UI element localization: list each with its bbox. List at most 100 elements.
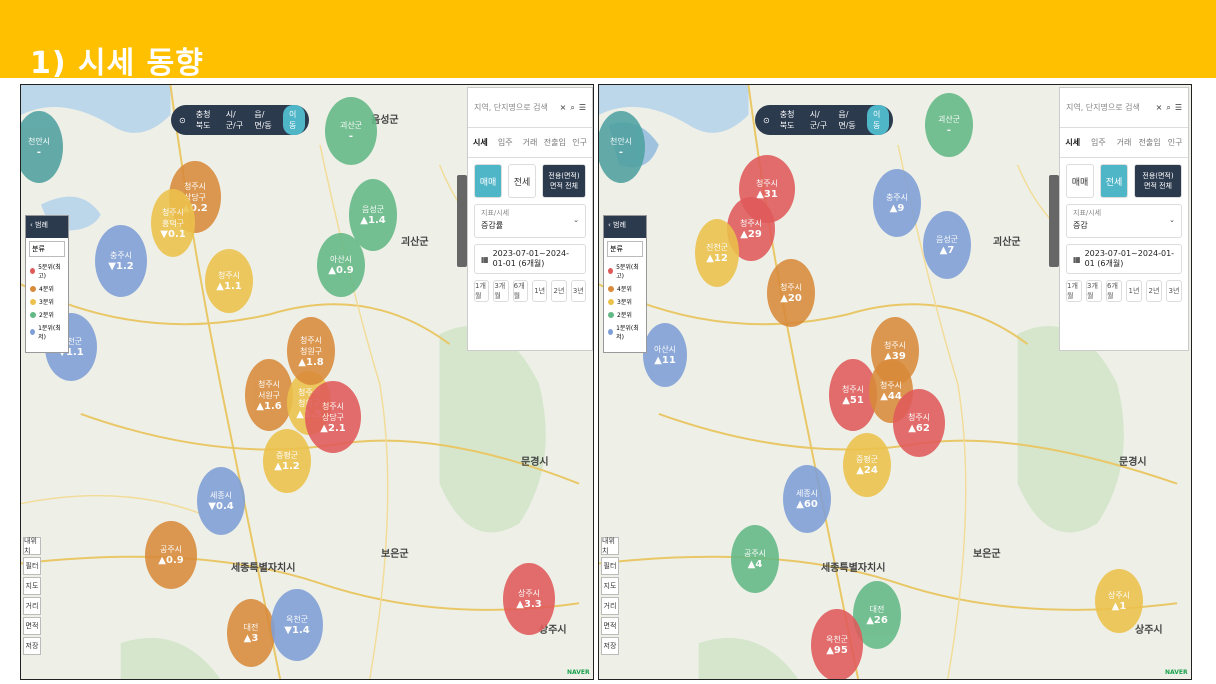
bubble-value: ▲11 bbox=[654, 355, 676, 366]
stat-select[interactable]: 지표/시세 증감률 ⌄ bbox=[474, 204, 586, 238]
region-bubble[interactable]: 천안시 - bbox=[599, 111, 645, 183]
tab-price[interactable]: 시세 bbox=[468, 137, 493, 148]
tab-movein[interactable]: 입주 bbox=[1086, 137, 1112, 148]
region-selector-bar[interactable]: ⊙ 충청북도 시/군/구 읍/면/동 이동 bbox=[755, 105, 893, 135]
menu-icon[interactable]: ☰ bbox=[579, 103, 586, 112]
region-bubble[interactable]: 아산시 ▲11 bbox=[643, 323, 687, 387]
map-type-button[interactable]: 지도 bbox=[23, 577, 41, 595]
region-bubble[interactable]: 대전 ▲3 bbox=[227, 599, 275, 667]
period-3m[interactable]: 3개월 bbox=[493, 280, 509, 302]
filter-button[interactable]: 필터 bbox=[23, 557, 41, 575]
tab-price[interactable]: 시세 bbox=[1060, 137, 1086, 148]
period-1m[interactable]: 1개월 bbox=[474, 280, 490, 302]
region-bubble[interactable]: 괴산군 - bbox=[925, 93, 973, 157]
area-select[interactable]: 전용(면적) 면적 전체 bbox=[1134, 164, 1182, 198]
search-box[interactable]: 지역, 단지명으로 검색 × ⌕ ☰ bbox=[1060, 88, 1188, 128]
province-select[interactable]: 충청북도 bbox=[196, 109, 216, 131]
date-range-select[interactable]: ▦ 2023-07-01~2024-01-01 (6개월) bbox=[1066, 244, 1182, 274]
city-select[interactable]: 시/군/구 bbox=[810, 109, 829, 131]
clear-icon[interactable]: × bbox=[1156, 103, 1163, 112]
period-1m[interactable]: 1개월 bbox=[1066, 280, 1082, 302]
tab-population[interactable]: 인구 bbox=[1162, 137, 1188, 148]
area-measure-button[interactable]: 면적 bbox=[601, 617, 619, 635]
tab-migration[interactable]: 전출입 bbox=[542, 137, 567, 148]
menu-icon[interactable]: ☰ bbox=[1175, 103, 1182, 112]
area-measure-button[interactable]: 면적 bbox=[23, 617, 41, 635]
legend-select[interactable]: 분류 bbox=[29, 241, 65, 257]
go-button[interactable]: 이동 bbox=[867, 105, 889, 135]
period-1y[interactable]: 1년 bbox=[531, 280, 548, 302]
region-bubble[interactable]: 청주시 ▲1.1 bbox=[205, 249, 253, 313]
region-bubble[interactable]: 청주시 ▲20 bbox=[767, 259, 815, 327]
tab-movein[interactable]: 입주 bbox=[493, 137, 518, 148]
region-bubble[interactable]: 상주시 ▲3.3 bbox=[503, 563, 555, 635]
region-bubble[interactable]: 세종시 ▼0.4 bbox=[197, 467, 245, 535]
region-bubble[interactable]: 청주시 상당구 ▲2.1 bbox=[305, 381, 361, 453]
save-button[interactable]: 저장 bbox=[23, 637, 41, 655]
my-location-button[interactable]: 내위치 bbox=[23, 537, 41, 555]
period-2y[interactable]: 2년 bbox=[1146, 280, 1162, 302]
town-select[interactable]: 읍/면/동 bbox=[254, 109, 273, 131]
period-6m[interactable]: 6개월 bbox=[512, 280, 528, 302]
map-panel-right: 괴산군 보은군 세종특별자치시 문경시 상주시 청주시 ▲31 청주시 ▲29 청주시 ▲… bbox=[598, 84, 1192, 680]
search-input[interactable]: 지역, 단지명으로 검색 bbox=[474, 102, 556, 113]
panel-drag-handle[interactable] bbox=[457, 175, 467, 267]
region-bubble[interactable]: 아산시 ▲0.9 bbox=[317, 233, 365, 297]
region-bubble[interactable]: 옥천군 ▲95 bbox=[811, 609, 863, 679]
region-bubble[interactable]: 청주시 청원구 ▲1.8 bbox=[287, 317, 335, 385]
go-button[interactable]: 이동 bbox=[283, 105, 305, 135]
region-bubble[interactable]: 증평군 ▲1.2 bbox=[263, 429, 311, 493]
period-2y[interactable]: 2년 bbox=[551, 280, 567, 302]
search-input[interactable]: 지역, 단지명으로 검색 bbox=[1066, 102, 1152, 113]
my-location-button[interactable]: 내위치 bbox=[601, 537, 619, 555]
search-box[interactable]: 지역, 단지명으로 검색 × ⌕ ☰ bbox=[468, 88, 592, 128]
trade-button[interactable]: 매매 bbox=[1066, 164, 1094, 198]
search-icon[interactable]: ⌕ bbox=[570, 103, 574, 113]
filter-button[interactable]: 필터 bbox=[601, 557, 619, 575]
clear-icon[interactable]: × bbox=[560, 103, 567, 112]
chevron-left-icon[interactable]: ‹ bbox=[608, 221, 611, 229]
period-3m[interactable]: 3개월 bbox=[1086, 280, 1102, 302]
panel-drag-handle[interactable] bbox=[1049, 175, 1059, 267]
rent-button[interactable]: 전세 bbox=[1100, 164, 1128, 198]
region-bubble[interactable]: 공주시 ▲4 bbox=[731, 525, 779, 593]
region-bubble[interactable]: 공주시 ▲0.9 bbox=[145, 521, 197, 589]
search-icon[interactable]: ⌕ bbox=[1166, 103, 1170, 113]
town-select[interactable]: 읍/면/동 bbox=[838, 109, 857, 131]
region-bubble[interactable]: 증평군 ▲24 bbox=[843, 433, 891, 497]
region-bubble[interactable]: 진천군 ▲12 bbox=[695, 219, 739, 287]
rent-button[interactable]: 전세 bbox=[508, 164, 536, 198]
stat-select[interactable]: 지표/시세 증감 ⌄ bbox=[1066, 204, 1182, 238]
city-select[interactable]: 시/군/구 bbox=[226, 109, 245, 131]
period-3y[interactable]: 3년 bbox=[570, 280, 586, 302]
map-type-button[interactable]: 지도 bbox=[601, 577, 619, 595]
region-bubble[interactable]: 청주시 흥덕구 ▼0.1 bbox=[151, 189, 195, 257]
tab-trade[interactable]: 거래 bbox=[1111, 137, 1137, 148]
save-button[interactable]: 저장 bbox=[601, 637, 619, 655]
region-bubble[interactable]: 충주시 ▲9 bbox=[873, 169, 921, 237]
distance-button[interactable]: 거리 bbox=[601, 597, 619, 615]
region-bubble[interactable]: 상주시 ▲1 bbox=[1095, 569, 1143, 633]
tab-population[interactable]: 인구 bbox=[567, 137, 592, 148]
tab-migration[interactable]: 전출입 bbox=[1137, 137, 1163, 148]
period-6m[interactable]: 6개월 bbox=[1106, 280, 1122, 302]
region-bubble[interactable]: 음성군 ▲7 bbox=[923, 211, 971, 279]
region-selector-bar[interactable]: ⊙ 충청북도 시/군/구 읍/면/동 이동 bbox=[171, 105, 309, 135]
stat-value: 증감률 bbox=[481, 221, 504, 230]
region-bubble[interactable]: 청주시 ▲62 bbox=[893, 389, 945, 457]
tab-trade[interactable]: 거래 bbox=[518, 137, 543, 148]
region-bubble[interactable]: 청주시 서원구 ▲1.6 bbox=[245, 359, 293, 431]
area-select[interactable]: 전용(면적) 면적 전체 bbox=[542, 164, 586, 198]
region-bubble[interactable]: 충주시 ▼1.2 bbox=[95, 225, 147, 297]
region-bubble[interactable]: 옥천군 ▼1.4 bbox=[271, 589, 323, 661]
period-1y[interactable]: 1년 bbox=[1126, 280, 1142, 302]
region-bubble[interactable]: 괴산군 - bbox=[325, 97, 377, 165]
region-bubble[interactable]: 세종시 ▲60 bbox=[783, 465, 831, 533]
chevron-left-icon[interactable]: ‹ bbox=[30, 221, 33, 229]
legend-select[interactable]: 분류 bbox=[607, 241, 643, 257]
period-3y[interactable]: 3년 bbox=[1166, 280, 1182, 302]
distance-button[interactable]: 거리 bbox=[23, 597, 41, 615]
trade-button[interactable]: 매매 bbox=[474, 164, 502, 198]
date-range-select[interactable]: ▦ 2023-07-01~2024-01-01 (6개월) bbox=[474, 244, 586, 274]
province-select[interactable]: 충청북도 bbox=[780, 109, 800, 131]
